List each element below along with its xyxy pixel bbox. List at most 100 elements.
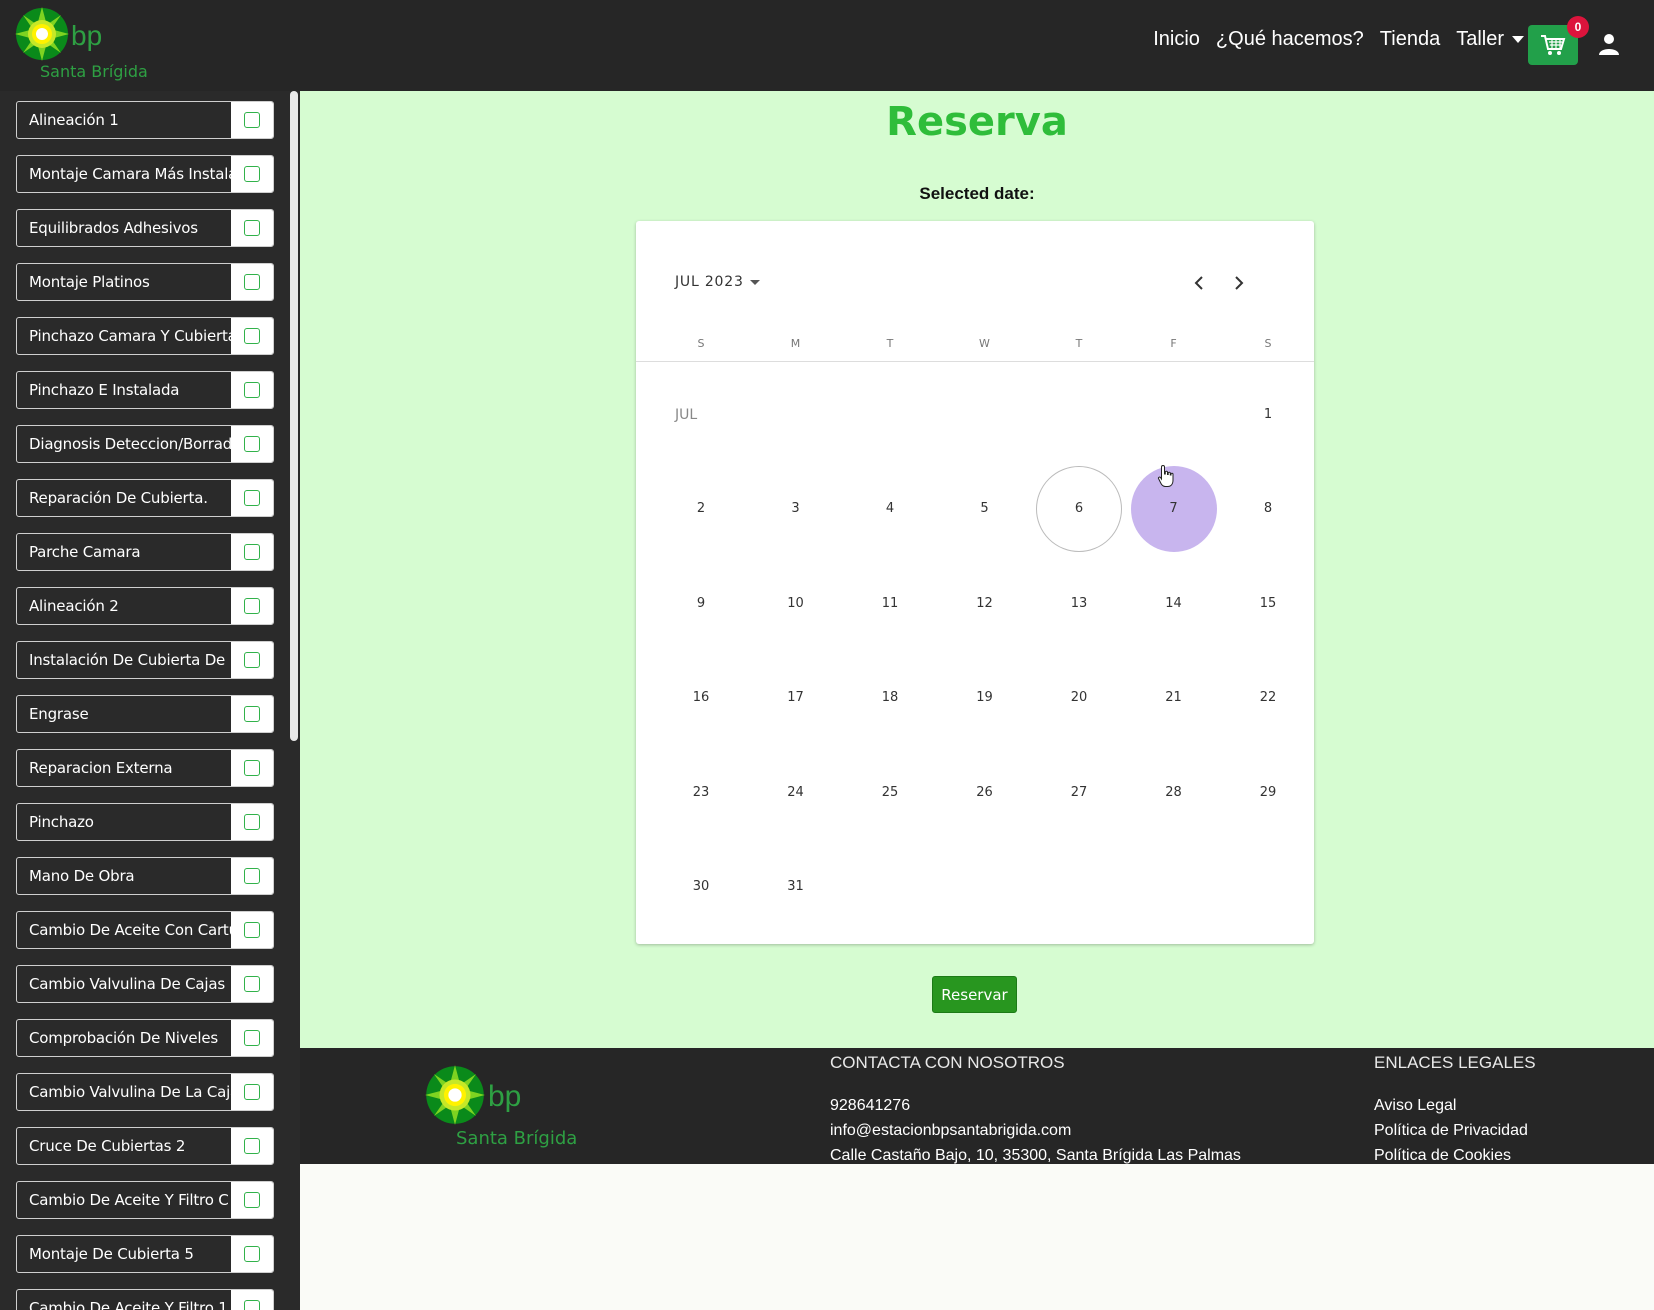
service-checkbox-area[interactable] — [231, 1182, 273, 1218]
service-checkbox-area[interactable] — [231, 102, 273, 138]
sidebar-scrollbar[interactable] — [290, 91, 298, 741]
service-checkbox[interactable] — [244, 1246, 260, 1262]
calendar-day[interactable]: 15 — [1225, 560, 1311, 646]
calendar-day[interactable]: 8 — [1225, 466, 1311, 552]
service-checkbox[interactable] — [244, 274, 260, 290]
calendar-day[interactable]: 10 — [753, 560, 839, 646]
service-checkbox-area[interactable] — [231, 696, 273, 732]
service-checkbox[interactable] — [244, 706, 260, 722]
calendar-day[interactable]: 4 — [847, 466, 933, 552]
service-item[interactable]: Engrase — [16, 695, 274, 733]
service-item[interactable]: Cambio De Aceite Y Filtro C — [16, 1181, 274, 1219]
calendar-day[interactable]: 18 — [847, 655, 933, 741]
service-checkbox[interactable] — [244, 652, 260, 668]
service-checkbox-area[interactable] — [231, 912, 273, 948]
nav-taller-dropdown[interactable]: Taller — [1456, 28, 1524, 51]
calendar-day[interactable]: 12 — [942, 560, 1028, 646]
service-item[interactable]: Alineación 1 — [16, 101, 274, 139]
service-checkbox-area[interactable] — [231, 1020, 273, 1056]
service-checkbox-area[interactable] — [231, 426, 273, 462]
calendar-day[interactable]: 25 — [847, 749, 933, 835]
calendar-day[interactable]: 3 — [753, 466, 839, 552]
service-checkbox[interactable] — [244, 814, 260, 830]
calendar-day[interactable]: 2 — [658, 466, 744, 552]
calendar-day[interactable]: 5 — [942, 466, 1028, 552]
calendar-day[interactable]: 27 — [1036, 749, 1122, 835]
service-checkbox[interactable] — [244, 382, 260, 398]
service-item[interactable]: Pinchazo Camara Y Cubierta — [16, 317, 274, 355]
calendar-day[interactable]: 31 — [753, 844, 839, 930]
calendar-day[interactable]: 1 — [1225, 371, 1311, 457]
service-checkbox[interactable] — [244, 760, 260, 776]
calendar-day[interactable]: 13 — [1036, 560, 1122, 646]
service-checkbox[interactable] — [244, 490, 260, 506]
service-item[interactable]: Pinchazo E Instalada — [16, 371, 274, 409]
service-checkbox[interactable] — [244, 1300, 260, 1310]
service-checkbox-area[interactable] — [231, 210, 273, 246]
service-item[interactable]: Alineación 2 — [16, 587, 274, 625]
service-item[interactable]: Parche Camara — [16, 533, 274, 571]
service-item[interactable]: Pinchazo — [16, 803, 274, 841]
nav-inicio[interactable]: Inicio — [1153, 28, 1200, 51]
service-checkbox-area[interactable] — [231, 372, 273, 408]
calendar-day[interactable]: 21 — [1131, 655, 1217, 741]
service-item[interactable]: Cruce De Cubiertas 2 — [16, 1127, 274, 1165]
calendar-day[interactable]: 28 — [1131, 749, 1217, 835]
chevron-right-icon[interactable] — [1229, 273, 1249, 293]
service-item[interactable]: Cambio Valvulina De La Caja — [16, 1073, 274, 1111]
calendar-day[interactable]: 30 — [658, 844, 744, 930]
service-item[interactable]: Reparación De Cubierta. — [16, 479, 274, 517]
month-year-selector[interactable]: JUL 2023 — [675, 274, 760, 290]
service-checkbox-area[interactable] — [231, 1236, 273, 1272]
service-checkbox-area[interactable] — [231, 318, 273, 354]
brand-logo[interactable]: bp Santa Brígida — [14, 6, 148, 84]
user-icon[interactable] — [1597, 32, 1621, 56]
service-item[interactable]: Reparacion Externa — [16, 749, 274, 787]
chevron-left-icon[interactable] — [1189, 273, 1209, 293]
service-checkbox[interactable] — [244, 922, 260, 938]
service-checkbox-area[interactable] — [231, 156, 273, 192]
calendar-day[interactable]: 26 — [942, 749, 1028, 835]
calendar-day[interactable]: 23 — [658, 749, 744, 835]
service-checkbox[interactable] — [244, 328, 260, 344]
service-checkbox[interactable] — [244, 868, 260, 884]
calendar-day[interactable]: 16 — [658, 655, 744, 741]
service-checkbox-area[interactable] — [231, 588, 273, 624]
service-checkbox[interactable] — [244, 976, 260, 992]
service-checkbox[interactable] — [244, 220, 260, 236]
service-checkbox-area[interactable] — [231, 534, 273, 570]
service-checkbox[interactable] — [244, 1084, 260, 1100]
service-item[interactable]: Cambio De Aceite Con Cartucho — [16, 911, 274, 949]
service-checkbox-area[interactable] — [231, 858, 273, 894]
calendar-day[interactable]: 22 — [1225, 655, 1311, 741]
service-checkbox-area[interactable] — [231, 804, 273, 840]
service-checkbox[interactable] — [244, 544, 260, 560]
service-checkbox-area[interactable] — [231, 966, 273, 1002]
reservar-button[interactable]: Reservar — [932, 976, 1017, 1013]
service-checkbox[interactable] — [244, 1192, 260, 1208]
service-checkbox[interactable] — [244, 1030, 260, 1046]
service-checkbox-area[interactable] — [231, 264, 273, 300]
calendar-day[interactable]: 29 — [1225, 749, 1311, 835]
contact-email[interactable]: info@estacionbpsantabrigida.com — [830, 1118, 1241, 1143]
calendar-day-today[interactable]: 6 — [1036, 465, 1122, 552]
service-item[interactable]: Comprobación De Niveles — [16, 1019, 274, 1057]
service-item[interactable]: Equilibrados Adhesivos — [16, 209, 274, 247]
service-checkbox[interactable] — [244, 1138, 260, 1154]
calendar-day[interactable]: 9 — [658, 560, 744, 646]
legal-link-privacidad[interactable]: Política de Privacidad — [1374, 1118, 1536, 1143]
calendar-day[interactable]: 20 — [1036, 655, 1122, 741]
nav-que-hacemos[interactable]: ¿Qué hacemos? — [1216, 28, 1364, 51]
service-item[interactable]: Diagnosis Deteccion/Borrado — [16, 425, 274, 463]
calendar-day[interactable]: 11 — [847, 560, 933, 646]
service-checkbox[interactable] — [244, 112, 260, 128]
service-item[interactable]: Cambio De Aceite Y Filtro 1 — [16, 1289, 274, 1310]
service-item[interactable]: Instalación De Cubierta De — [16, 641, 274, 679]
nav-tienda[interactable]: Tienda — [1380, 28, 1440, 51]
service-checkbox-area[interactable] — [231, 750, 273, 786]
service-checkbox-area[interactable] — [231, 1128, 273, 1164]
calendar-day[interactable]: 14 — [1131, 560, 1217, 646]
service-checkbox[interactable] — [244, 166, 260, 182]
service-item[interactable]: Cambio Valvulina De Cajas — [16, 965, 274, 1003]
service-checkbox[interactable] — [244, 598, 260, 614]
